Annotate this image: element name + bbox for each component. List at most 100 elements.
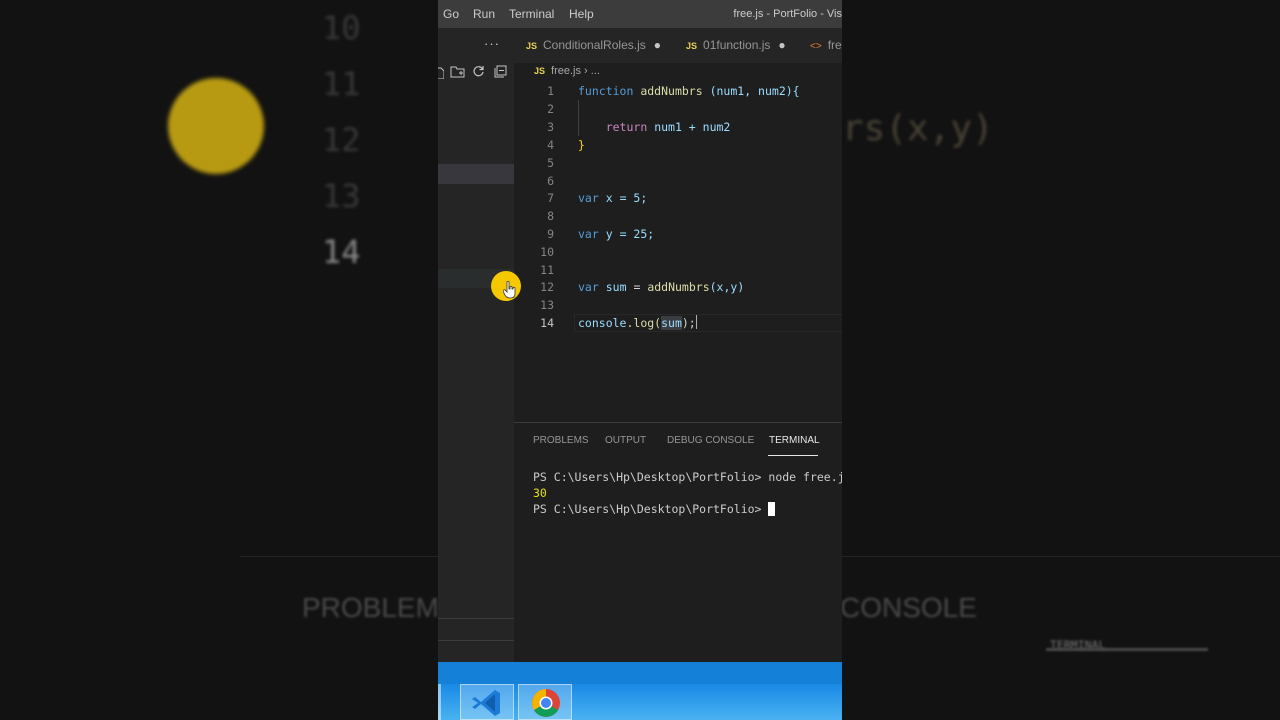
terminal-output: 30 [533,486,547,500]
collapse-all-icon[interactable] [494,65,507,81]
code-token: (x,y) [709,280,745,294]
bg-line-number: 11 [322,65,361,103]
code-token: .log( [626,316,662,330]
line-number: 3 [547,120,554,134]
tab-debug-console[interactable]: DEBUG CONSOLE [667,435,754,446]
line-number: 7 [547,191,554,205]
code-line: 1 function addNumbrs (num1, num2){ [514,82,842,100]
code-line: 11 [514,261,842,279]
html-file-icon: <> [810,41,822,52]
menu-go[interactable]: Go [443,7,459,21]
bg-tab-console: CONSOLE [840,592,977,623]
code-token: function [578,84,634,98]
line-number: 1 [547,84,554,98]
menu-terminal[interactable]: Terminal [509,7,554,21]
code-token: ); [681,316,696,330]
tab-label: 01function.js [703,38,771,52]
js-file-icon: JS [686,41,698,51]
bg-line-number: 10 [322,9,361,47]
code-token: } [578,138,585,152]
code-line: 10 [514,243,842,261]
code-token: num1 + num2 [654,120,731,134]
terminal-prompt-line: PS C:\Users\Hp\Desktop\PortFolio> [533,501,842,517]
line-number: 8 [547,209,554,223]
terminal-cursor [768,502,776,516]
tab-label: fre [827,38,842,52]
bottom-panel: PROBLEMS OUTPUT DEBUG CONSOLE TERMINAL P… [514,422,842,663]
bg-line-number: 13 [322,177,361,215]
code-token: console [578,316,627,330]
tab-terminal[interactable]: TERMINAL [769,435,820,446]
explorer-selected-item[interactable] [438,164,514,184]
code-token: sum [605,280,627,294]
line-number: 6 [547,174,554,188]
bg-line-number: 14 [322,233,361,271]
unsaved-dot-icon[interactable]: ● [778,38,785,52]
line-number: 2 [547,102,554,116]
line-number: 13 [540,298,554,312]
code-token: addNumbrs [647,280,710,294]
vscode-icon [472,690,500,716]
code-token: y = 25; [605,227,655,241]
more-actions-icon[interactable]: ··· [484,36,500,51]
code-line: 2 [514,100,842,118]
breadcrumb-symbol[interactable]: ... [591,65,600,77]
bg-tab-problems: PROBLEMS [302,592,458,623]
tab-problems[interactable]: PROBLEMS [533,435,589,446]
cursor-highlight [491,271,521,301]
chrome-icon [532,689,560,717]
windows-taskbar [438,662,842,720]
menu-help[interactable]: Help [569,7,594,21]
bg-line-number: 12 [322,121,361,159]
code-token: var [578,227,599,241]
sidebar-divider [438,640,514,641]
active-tab-underline [768,455,818,456]
unsaved-dot-icon[interactable]: ● [654,38,661,52]
tab-output[interactable]: OUTPUT [605,435,646,446]
line-number: 11 [540,263,554,277]
code-line: 3 return num1 + num2 [514,118,842,136]
js-file-icon: JS [526,41,538,51]
bg-line-numbers: 10 11 12 13 14 [322,0,361,280]
code-token: sum [661,316,682,330]
new-file-icon[interactable] [438,65,445,82]
line-number: 4 [547,138,554,152]
code-line: 13 [514,296,842,314]
explorer-toolbar [438,63,514,85]
code-editor[interactable]: 1 function addNumbrs (num1, num2){ 2 3 r… [514,82,842,422]
code-line: 5 [514,154,842,172]
hand-pointer-icon [503,281,516,299]
bg-cursor-highlight [168,78,264,174]
line-number: 10 [540,245,554,259]
terminal[interactable]: PS C:\Users\Hp\Desktop\PortFolio> node f… [533,469,842,517]
code-line: 6 [514,172,842,190]
refresh-icon[interactable] [472,65,485,81]
code-line: 8 [514,207,842,225]
taskbar-strip [438,662,842,684]
code-line-current: 14 console.log(sum); [514,314,842,332]
menu-bar: Go Run Terminal Help free.js - PortFolio… [438,0,842,28]
chevron-right-icon: › [584,65,588,77]
vscode-taskbar-button[interactable] [460,684,514,720]
terminal-line: PS C:\Users\Hp\Desktop\PortFolio> node f… [533,470,842,484]
new-folder-icon[interactable] [450,65,465,81]
code-token: var [578,191,599,205]
breadcrumb-file[interactable]: free.js [551,65,581,77]
taskbar-edge [438,684,441,720]
code-line: 4 } [514,136,842,154]
line-number: 14 [540,316,554,330]
code-token: x = 5; [605,191,648,205]
code-token: addNumbrs [640,84,703,98]
code-token: (num1, num2){ [709,84,800,98]
menu-run[interactable]: Run [473,7,495,21]
chrome-taskbar-button[interactable] [518,684,572,720]
explorer-sidebar: ··· [438,28,514,662]
bg-tab-underline [1046,648,1208,651]
code-token: return [605,120,648,134]
editor-tabs: JS ConditionalRoles.js ● JS 01function.js ● … [514,28,842,63]
text-caret [695,315,697,329]
code-token: = [633,280,641,294]
terminal-prompt: PS C:\Users\Hp\Desktop\PortFolio> [533,502,769,516]
sidebar-divider [438,618,514,619]
vscode-window: Go Run Terminal Help free.js - PortFolio… [438,0,842,720]
